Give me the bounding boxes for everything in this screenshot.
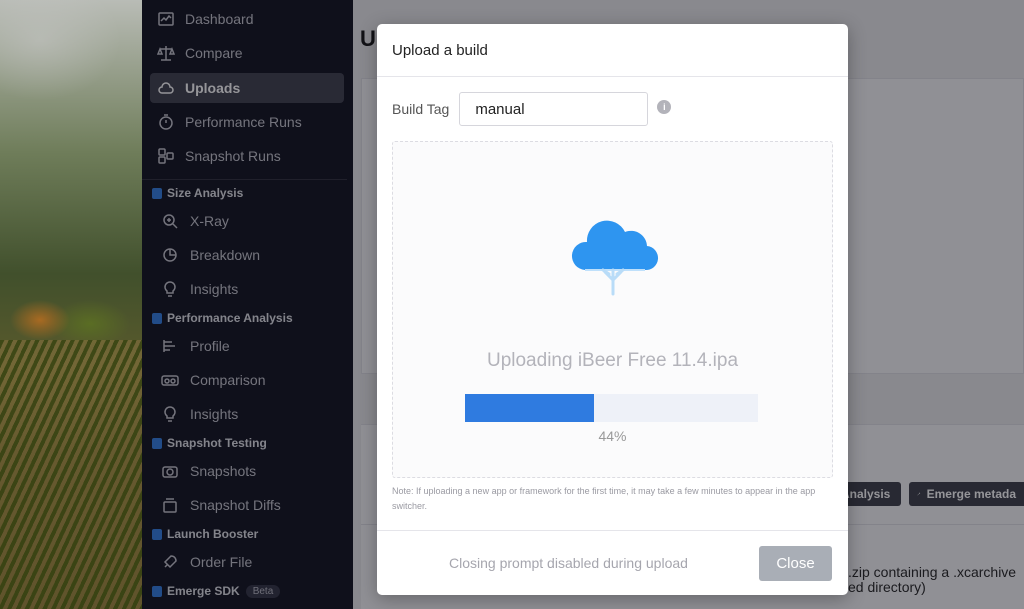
build-tag-input[interactable] [459,92,649,126]
modal-header: Upload a build [377,24,848,77]
upload-status-text: Uploading iBeer Free 11.4.ipa [486,350,739,371]
closing-disabled-message: Closing prompt disabled during upload [449,555,688,571]
modal-footer: Closing prompt disabled during upload Cl… [377,530,848,595]
upload-progress-bar [465,394,758,422]
build-tag-row: Build Tag i [392,92,672,126]
close-button[interactable]: Close [759,546,832,581]
upload-progress-fill [465,394,594,422]
build-tag-label: Build Tag [392,101,450,117]
cloud-upload-icon [571,220,659,296]
upload-progress-percent: 44% [598,428,627,444]
upload-note: Note: If uploading a new app or framewor… [392,486,816,511]
background-photo [0,0,142,609]
upload-build-modal: Upload a build Build Tag i Uploading iBe… [377,24,848,595]
info-icon[interactable]: i [657,100,672,114]
modal-title: Upload a build [392,41,488,59]
background-vineyard [0,340,142,609]
upload-dropzone[interactable]: Uploading iBeer Free 11.4.ipa 44% [392,141,833,478]
